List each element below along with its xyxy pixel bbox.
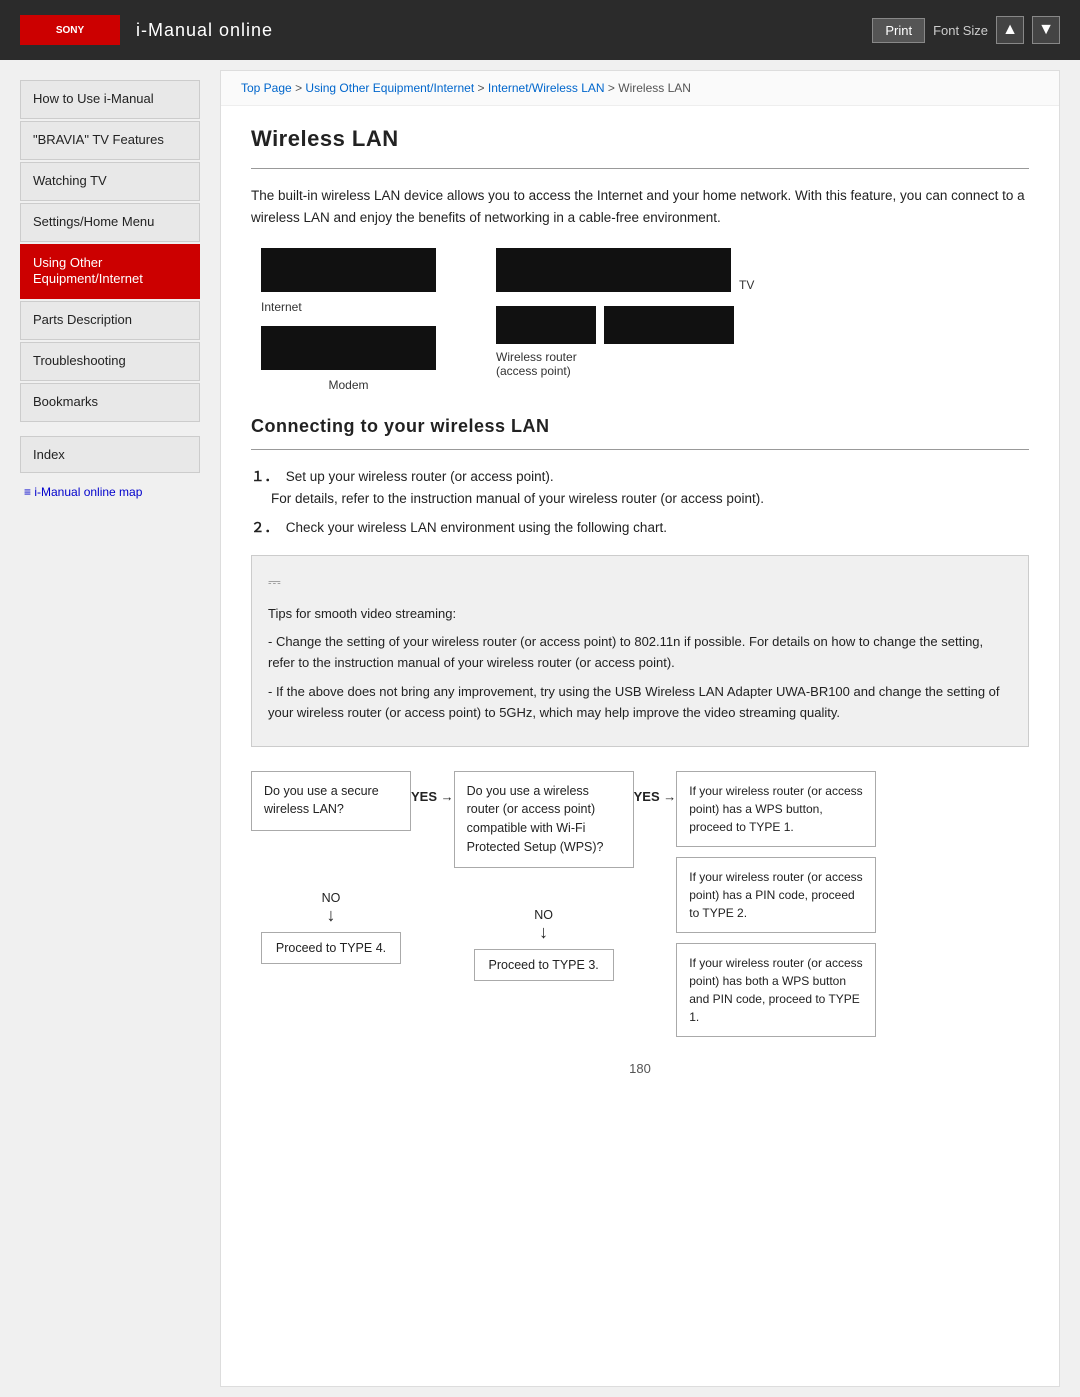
sidebar-item-troubleshooting[interactable]: Troubleshooting: [20, 342, 200, 381]
router-area: Wireless router(access point): [496, 306, 754, 378]
breadcrumb-current: Wireless LAN: [618, 81, 691, 95]
header-left: SONY i-Manual online: [20, 15, 273, 45]
flowchart: Do you use a secure wireless LAN? NO ↓ P…: [251, 771, 1029, 1041]
flowchart-col2: Do you use a wireless router (or access …: [454, 771, 634, 981]
sidebar-item-watching[interactable]: Watching TV: [20, 162, 200, 201]
sidebar-item-bookmarks[interactable]: Bookmarks: [20, 383, 200, 422]
font-decrease-button[interactable]: ▼: [1032, 16, 1060, 44]
tip-line-1: - Change the setting of your wireless ro…: [268, 632, 1012, 674]
breadcrumb-sep2: >: [478, 81, 488, 95]
sidebar-index[interactable]: Index: [20, 436, 200, 473]
flowchart-q1-box: Do you use a secure wireless LAN?: [251, 771, 411, 831]
sidebar-item-settings[interactable]: Settings/Home Menu: [20, 203, 200, 242]
sidebar-item-bravia[interactable]: "BRAVIA" TV Features: [20, 121, 200, 160]
q1-yes-label: YES →: [411, 789, 454, 804]
step-1-num: １．: [251, 469, 278, 484]
breadcrumb: Top Page > Using Other Equipment/Interne…: [221, 71, 1059, 106]
step-2-main: Check your wireless LAN environment usin…: [286, 520, 667, 535]
tv-label: TV: [739, 278, 754, 292]
result-box-1: If your wireless router (or access point…: [676, 771, 876, 847]
main-content: Top Page > Using Other Equipment/Interne…: [220, 70, 1060, 1387]
step-1-main: Set up your wireless router (or access p…: [286, 469, 554, 484]
section-title: Connecting to your wireless LAN: [251, 416, 1029, 437]
font-size-label: Font Size: [933, 23, 988, 38]
tip-heading: Tips for smooth video streaming:: [268, 604, 1012, 625]
app-title: i-Manual online: [136, 20, 273, 41]
tv-row: TV: [496, 248, 754, 292]
print-button[interactable]: Print: [872, 18, 925, 43]
page-title: Wireless LAN: [251, 126, 1029, 152]
sony-logo: SONY: [20, 15, 120, 45]
breadcrumb-sep1: >: [295, 81, 305, 95]
diagram-left: Internet Modem: [261, 248, 436, 392]
page-number: 180: [251, 1041, 1029, 1086]
modem-label: Modem: [261, 378, 436, 392]
step-1-sub: For details, refer to the instruction ma…: [271, 491, 764, 506]
flowchart-col1-no: NO ↓: [322, 891, 341, 926]
header-controls: Print Font Size ▲ ▼: [872, 16, 1060, 44]
result-box-2: If your wireless router (or access point…: [676, 857, 876, 933]
q2-yes-label: YES →: [634, 789, 677, 804]
step-2: ２． Check your wireless LAN environment u…: [251, 517, 1029, 539]
proceed-type3-box: Proceed to TYPE 3.: [474, 949, 614, 981]
tip-box: ⎓ Tips for smooth video streaming: - Cha…: [251, 555, 1029, 747]
header: SONY i-Manual online Print Font Size ▲ ▼: [0, 0, 1080, 60]
sidebar: How to Use i-Manual "BRAVIA" TV Features…: [0, 70, 210, 1387]
content-area: Wireless LAN The built-in wireless LAN d…: [221, 106, 1059, 1116]
sidebar-map-link[interactable]: i-Manual online map: [20, 485, 200, 499]
router-label: Wireless router(access point): [496, 350, 754, 378]
result-box-3: If your wireless router (or access point…: [676, 943, 876, 1037]
intro-text: The built-in wireless LAN device allows …: [251, 185, 1029, 228]
internet-label: Internet: [261, 300, 436, 314]
diagram-router-box2: [604, 306, 734, 344]
font-increase-button[interactable]: ▲: [996, 16, 1024, 44]
diagram: Internet Modem TV: [251, 248, 1029, 392]
flowchart-col2-no: NO ↓: [534, 908, 553, 943]
flowchart-q2-text: Do you use a wireless router (or access …: [467, 784, 604, 854]
body-layout: How to Use i-Manual "BRAVIA" TV Features…: [0, 60, 1080, 1397]
flowchart-col1: Do you use a secure wireless LAN? NO ↓ P…: [251, 771, 411, 964]
step-1: １． Set up your wireless router (or acces…: [251, 466, 1029, 509]
title-divider: [251, 168, 1029, 169]
diagram-right: TV Wireless router(access point): [496, 248, 754, 378]
flowchart-q1-text: Do you use a secure wireless LAN?: [264, 784, 379, 817]
tip-line-2: - If the above does not bring any improv…: [268, 682, 1012, 724]
sidebar-item-how-to-use[interactable]: How to Use i-Manual: [20, 80, 200, 119]
breadcrumb-sep3: >: [608, 81, 618, 95]
q2-no-label: NO: [534, 908, 553, 922]
breadcrumb-top-page[interactable]: Top Page: [241, 81, 292, 95]
sidebar-item-equipment[interactable]: Using Other Equipment/Internet: [20, 244, 200, 300]
proceed-type3-text: Proceed to TYPE 3.: [489, 958, 599, 972]
flowchart-q2-box: Do you use a wireless router (or access …: [454, 771, 634, 868]
section-divider: [251, 449, 1029, 450]
q2-no-arrow: ↓: [539, 922, 548, 943]
tip-icon: ⎓: [268, 570, 1012, 596]
sidebar-item-parts[interactable]: Parts Description: [20, 301, 200, 340]
breadcrumb-wireless-lan[interactable]: Internet/Wireless LAN: [488, 81, 605, 95]
breadcrumb-equipment[interactable]: Using Other Equipment/Internet: [305, 81, 474, 95]
diagram-modem-box: [261, 326, 436, 370]
diagram-box-top-left: [261, 248, 436, 292]
q1-no-arrow: ↓: [327, 905, 336, 926]
steps-list: １． Set up your wireless router (or acces…: [251, 466, 1029, 539]
result-1-text: If your wireless router (or access point…: [689, 784, 862, 834]
logo-text: SONY: [56, 25, 84, 36]
result-2-text: If your wireless router (or access point…: [689, 870, 862, 920]
q1-no-label: NO: [322, 891, 341, 905]
flowchart-col3: If your wireless router (or access point…: [676, 771, 876, 1041]
diagram-router-box1: [496, 306, 596, 344]
yes-arrow-2: YES →: [634, 771, 677, 804]
router-boxes-row: [496, 306, 754, 344]
step-2-num: ２．: [251, 520, 278, 535]
result-3-text: If your wireless router (or access point…: [689, 956, 862, 1024]
proceed-type4-box: Proceed to TYPE 4.: [261, 932, 401, 964]
proceed-type4-text: Proceed to TYPE 4.: [276, 941, 386, 955]
diagram-router-top-box: [496, 248, 731, 292]
yes-arrow-1: YES →: [411, 771, 454, 804]
